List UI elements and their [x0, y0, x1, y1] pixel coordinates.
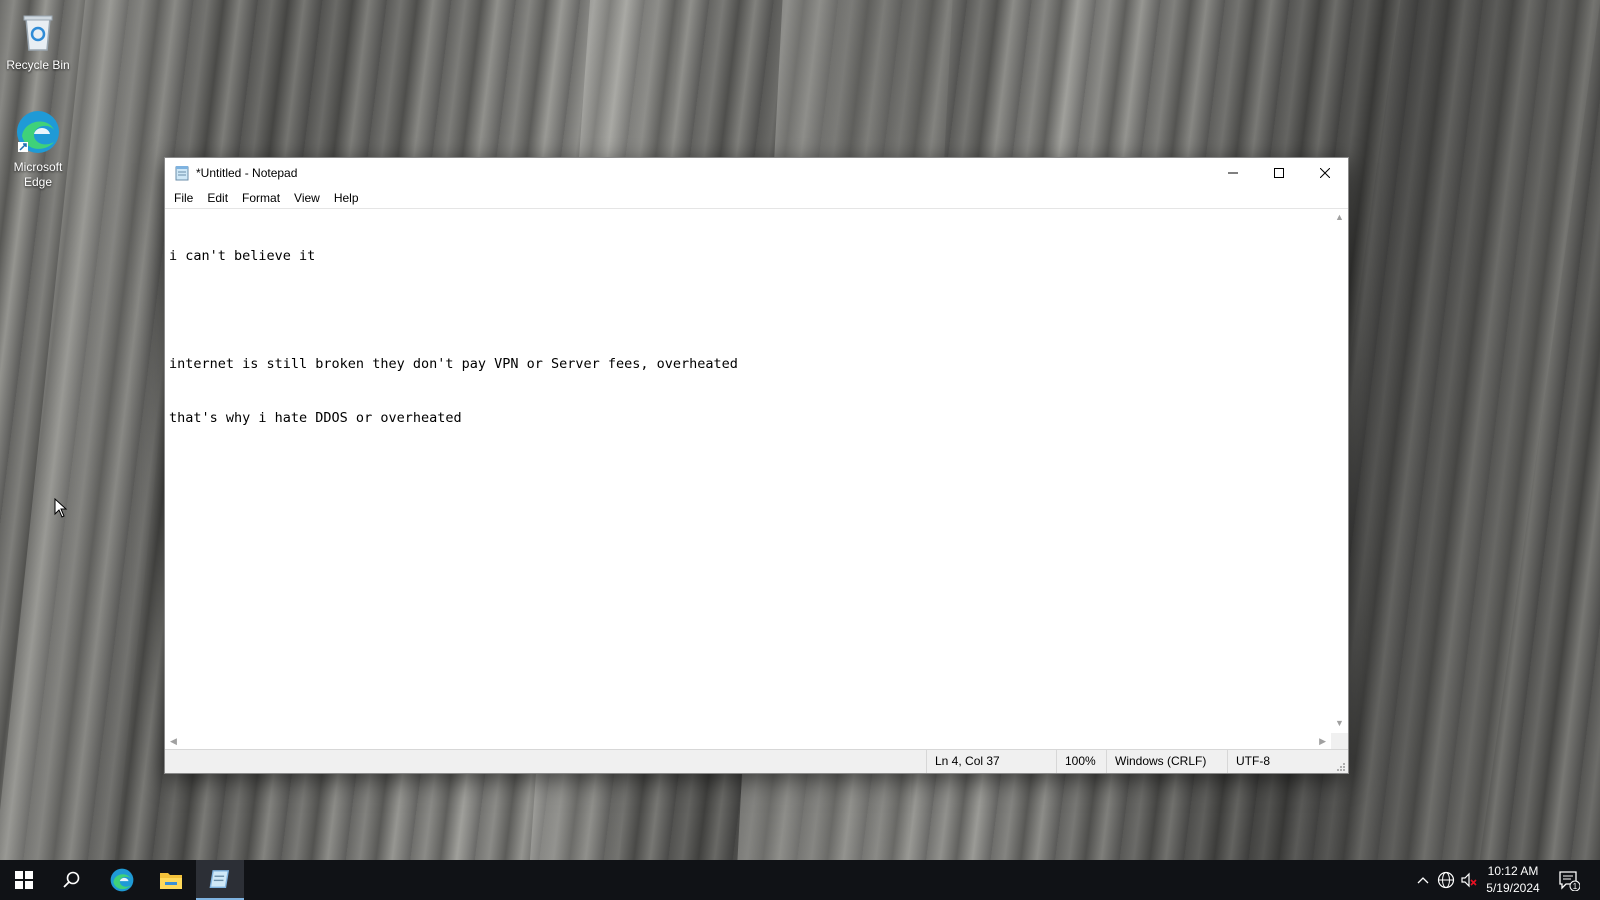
- taskbar-file-explorer-button[interactable]: [147, 860, 195, 900]
- maximize-button[interactable]: [1256, 158, 1302, 188]
- search-icon: [63, 871, 80, 888]
- notepad-icon: [209, 870, 230, 888]
- horizontal-scrollbar[interactable]: ◀ ▶: [165, 733, 1331, 750]
- taskbar-edge-button[interactable]: [98, 860, 146, 900]
- clock-date: 5/19/2024: [1486, 881, 1540, 895]
- editor-area: i can't believe it internet is still bro…: [165, 208, 1348, 750]
- text-editor[interactable]: i can't believe it internet is still bro…: [165, 209, 1330, 732]
- window-title: *Untitled - Notepad: [196, 166, 298, 180]
- notification-icon: 1: [1559, 871, 1581, 892]
- action-center-button[interactable]: 1: [1558, 869, 1581, 896]
- menu-format[interactable]: Format: [235, 188, 287, 208]
- scroll-left-icon[interactable]: ◀: [170, 737, 177, 746]
- notepad-icon: [174, 165, 190, 181]
- desktop: Recycle Bin Microsoft Edge *Untitled - N…: [0, 0, 1600, 900]
- desktop-icon-recycle-bin[interactable]: Recycle Bin: [0, 6, 76, 73]
- resize-grip-icon[interactable]: [1336, 761, 1346, 771]
- network-button[interactable]: [1437, 871, 1455, 889]
- scroll-right-icon[interactable]: ▶: [1319, 737, 1326, 746]
- desktop-icon-edge[interactable]: Microsoft Edge: [0, 108, 76, 190]
- editor-line: that's why i hate DDOS or overheated: [169, 410, 462, 426]
- network-globe-icon: [1437, 871, 1455, 889]
- edge-icon: [110, 868, 134, 892]
- menu-view[interactable]: View: [287, 188, 327, 208]
- close-icon: [1320, 168, 1330, 178]
- taskbar-clock[interactable]: 10:12 AM 5/19/2024: [1478, 863, 1548, 897]
- menu-help[interactable]: Help: [327, 188, 366, 208]
- maximize-icon: [1274, 168, 1284, 178]
- title-bar[interactable]: *Untitled - Notepad: [165, 158, 1348, 188]
- editor-line: internet is still broken they don't pay …: [169, 356, 738, 372]
- status-bar: Ln 4, Col 37 100% Windows (CRLF) UTF-8: [165, 749, 1348, 773]
- minimize-icon: [1228, 172, 1238, 174]
- search-button[interactable]: [48, 860, 96, 900]
- status-line-ending: Windows (CRLF): [1106, 750, 1227, 773]
- taskbar-notepad-button[interactable]: [196, 860, 244, 900]
- desktop-icon-label: Microsoft Edge: [13, 160, 63, 189]
- volume-muted-icon: [1461, 872, 1477, 888]
- menu-file[interactable]: File: [167, 188, 200, 208]
- start-button[interactable]: [0, 860, 48, 900]
- start-icon: [15, 871, 33, 889]
- notification-count: 1: [1573, 882, 1578, 891]
- mouse-cursor-icon: [54, 497, 68, 523]
- edge-icon: [14, 108, 62, 156]
- volume-button[interactable]: [1460, 871, 1478, 889]
- file-explorer-icon: [160, 873, 182, 889]
- clock-time: 10:12 AM: [1487, 864, 1539, 878]
- menu-bar: File Edit Format View Help: [165, 188, 1348, 208]
- minimize-button[interactable]: [1210, 158, 1256, 188]
- taskbar: 10:12 AM 5/19/2024 1: [0, 860, 1600, 900]
- status-zoom: 100%: [1056, 750, 1106, 773]
- status-cursor-position: Ln 4, Col 37: [926, 750, 1056, 773]
- editor-line: i can't believe it: [169, 248, 316, 264]
- notepad-window[interactable]: *Untitled - Notepad File Edit Format Vie…: [164, 157, 1349, 774]
- close-button[interactable]: [1302, 158, 1348, 188]
- vertical-scrollbar[interactable]: ▲ ▼: [1331, 209, 1348, 732]
- menu-edit[interactable]: Edit: [200, 188, 235, 208]
- scroll-down-icon[interactable]: ▼: [1335, 719, 1344, 728]
- show-hidden-icons-button[interactable]: [1414, 871, 1432, 889]
- scrollbar-corner: [1331, 733, 1348, 750]
- status-encoding: UTF-8: [1227, 750, 1348, 773]
- chevron-up-icon: [1417, 877, 1429, 884]
- scroll-up-icon[interactable]: ▲: [1335, 213, 1344, 222]
- recycle-bin-icon: [14, 6, 62, 54]
- desktop-icon-label: Recycle Bin: [6, 58, 70, 72]
